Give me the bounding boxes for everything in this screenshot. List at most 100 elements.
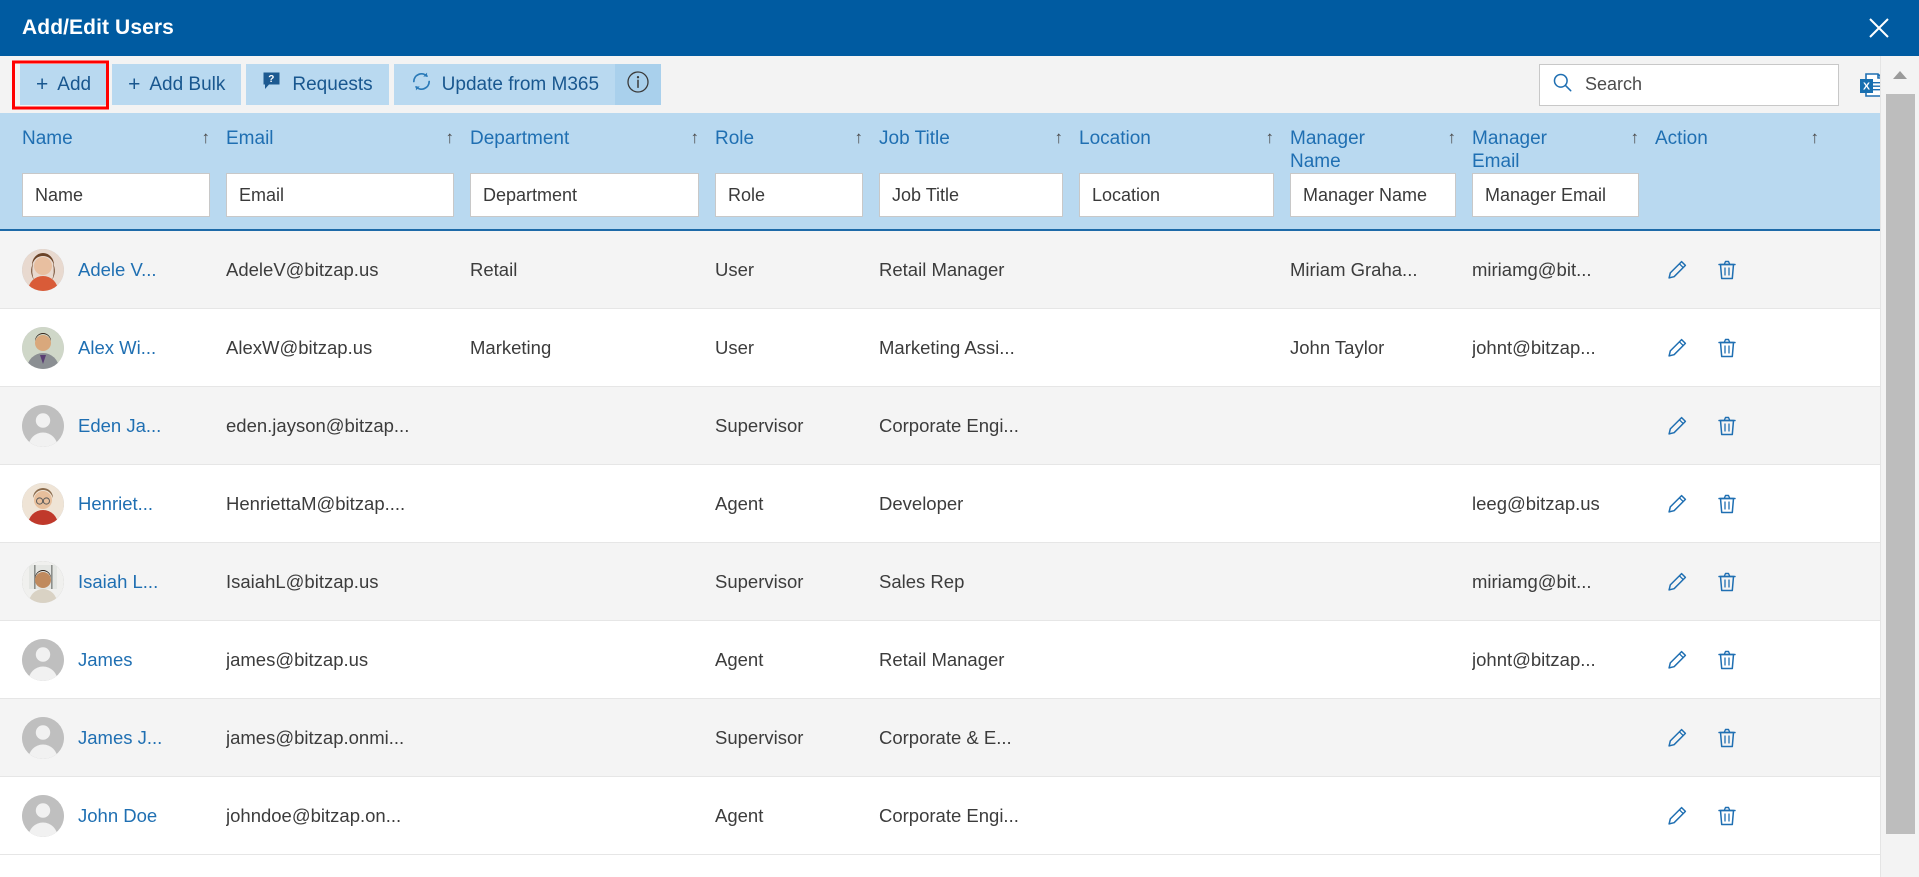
cell-email: james@bitzap.us xyxy=(226,648,369,670)
avatar xyxy=(22,248,64,291)
column-header-manager-name[interactable]: Manager Name ↑ xyxy=(1290,127,1472,173)
avatar xyxy=(22,638,64,681)
filter-cell-manager-email xyxy=(1472,173,1655,218)
cell-job-title: Corporate Engi... xyxy=(879,414,1019,436)
trash-icon[interactable] xyxy=(1715,726,1739,750)
toolbar-right-group: X xyxy=(1539,63,1903,106)
close-button[interactable] xyxy=(1857,6,1901,50)
column-header-manager-email[interactable]: Manager Email ↑ xyxy=(1472,127,1655,173)
cell-role: Agent xyxy=(715,648,764,670)
cell-job-title: Corporate & E... xyxy=(879,726,1012,748)
filter-input-manager-email[interactable] xyxy=(1472,173,1639,218)
update-from-m365-button[interactable]: Update from M365 xyxy=(393,64,616,105)
pencil-icon[interactable] xyxy=(1665,258,1689,282)
filter-cell-name xyxy=(0,173,226,218)
page-title: Add/Edit Users xyxy=(22,16,174,39)
cell-action xyxy=(1655,804,1835,828)
pencil-icon[interactable] xyxy=(1665,492,1689,516)
column-header-email[interactable]: Email ↑ xyxy=(226,127,470,150)
plus-icon: + xyxy=(36,73,49,96)
filter-input-location[interactable] xyxy=(1079,173,1274,218)
column-header-role[interactable]: Role ↑ xyxy=(715,127,879,150)
vertical-scrollbar[interactable] xyxy=(1880,56,1919,877)
dialog-title-bar: Add/Edit Users xyxy=(0,0,1919,56)
trash-icon[interactable] xyxy=(1715,414,1739,438)
table-row[interactable]: Isaiah L... IsaiahL@bitzap.us Supervisor Sa… xyxy=(0,543,1880,622)
cell-job-title: Retail Manager xyxy=(879,648,1005,670)
user-name-link[interactable]: James J... xyxy=(78,727,162,749)
filter-input-department[interactable] xyxy=(470,173,699,218)
pencil-icon[interactable] xyxy=(1665,414,1689,438)
filter-cell-role xyxy=(715,173,879,218)
avatar xyxy=(22,560,64,603)
search-input[interactable] xyxy=(1583,73,1826,96)
avatar xyxy=(22,326,64,369)
table-row[interactable]: Alex Wi... AlexW@bitzap.us Marketing User Ma… xyxy=(0,309,1880,388)
user-name-link[interactable]: Isaiah L... xyxy=(78,571,158,593)
cell-department: Marketing xyxy=(470,336,552,358)
user-name-link[interactable]: Adele V... xyxy=(78,259,157,281)
column-header-name[interactable]: Name ↑ xyxy=(0,127,226,150)
trash-icon[interactable] xyxy=(1715,258,1739,282)
table-row[interactable]: Henriet... HenriettaM@bitzap.... Agent Deve… xyxy=(0,465,1880,544)
trash-icon[interactable] xyxy=(1715,804,1739,828)
info-button[interactable] xyxy=(615,64,662,105)
sort-arrow-icon: ↑ xyxy=(690,128,700,147)
trash-icon[interactable] xyxy=(1715,648,1739,672)
column-header-action[interactable]: Action ↑ xyxy=(1655,127,1835,150)
cell-action xyxy=(1655,726,1835,750)
sort-arrow-icon: ↑ xyxy=(1054,128,1064,147)
filter-input-role[interactable] xyxy=(715,173,863,218)
table-row[interactable]: Eden Ja... eden.jayson@bitzap... Superviso… xyxy=(0,387,1880,466)
sort-arrow-icon: ↑ xyxy=(854,128,864,147)
pencil-icon[interactable] xyxy=(1665,804,1689,828)
table-header-row: Name ↑ Email ↑ Department ↑ Role ↑ Job Title… xyxy=(0,113,1880,173)
avatar xyxy=(22,482,64,525)
cell-email: AlexW@bitzap.us xyxy=(226,336,373,358)
cell-action xyxy=(1655,648,1835,672)
column-header-department[interactable]: Department ↑ xyxy=(470,127,715,150)
user-name-link[interactable]: James xyxy=(78,649,133,671)
user-name-link[interactable]: Henriet... xyxy=(78,493,153,515)
trash-icon[interactable] xyxy=(1715,336,1739,360)
pencil-icon[interactable] xyxy=(1665,726,1689,750)
table-row[interactable]: James james@bitzap.us Agent Retail Manager j… xyxy=(0,621,1880,700)
table-row[interactable]: James J... james@bitzap.onmi... Supervisor… xyxy=(0,699,1880,778)
table-row[interactable]: John Doe johndoe@bitzap.on... Agent Corpora… xyxy=(0,777,1880,856)
table-header: Name ↑ Email ↑ Department ↑ Role ↑ Job Title… xyxy=(0,113,1880,232)
requests-button-label: Requests xyxy=(292,74,373,95)
table-filter-row xyxy=(0,173,1880,229)
add-bulk-button[interactable]: + Add Bulk xyxy=(112,64,242,105)
search-icon xyxy=(1552,72,1573,98)
filter-input-job-title[interactable] xyxy=(879,173,1063,218)
svg-text:X: X xyxy=(1863,80,1870,92)
pencil-icon[interactable] xyxy=(1665,570,1689,594)
cell-name: Eden Ja... xyxy=(0,404,226,447)
user-name-link[interactable]: Eden Ja... xyxy=(78,415,161,437)
trash-icon[interactable] xyxy=(1715,492,1739,516)
filter-input-email[interactable] xyxy=(226,173,454,218)
cell-email: eden.jayson@bitzap... xyxy=(226,414,410,436)
command-toolbar: + Add + Add Bulk ? Requests Update from … xyxy=(0,56,1919,113)
filter-input-manager-name[interactable] xyxy=(1290,173,1456,218)
scrollbar-thumb[interactable] xyxy=(1886,94,1915,834)
filter-input-name[interactable] xyxy=(22,173,210,218)
cell-job-title: Developer xyxy=(879,492,964,514)
search-box[interactable] xyxy=(1539,63,1839,106)
requests-button[interactable]: ? Requests xyxy=(246,64,389,105)
trash-icon[interactable] xyxy=(1715,570,1739,594)
user-name-link[interactable]: John Doe xyxy=(78,805,157,827)
pencil-icon[interactable] xyxy=(1665,336,1689,360)
column-header-location[interactable]: Location ↑ xyxy=(1079,127,1290,150)
table-row[interactable]: Adele V... AdeleV@bitzap.us Retail User Reta… xyxy=(0,231,1880,310)
pencil-icon[interactable] xyxy=(1665,648,1689,672)
add-button[interactable]: + Add xyxy=(20,64,108,105)
cell-action xyxy=(1655,492,1835,516)
cell-role: User xyxy=(715,336,755,358)
update-from-m365-button-label: Update from M365 xyxy=(441,74,600,95)
column-header-job-title[interactable]: Job Title ↑ xyxy=(879,127,1079,150)
scroll-up-button[interactable] xyxy=(1881,56,1919,94)
avatar xyxy=(22,716,64,759)
cell-role: Agent xyxy=(715,804,764,826)
user-name-link[interactable]: Alex Wi... xyxy=(78,337,156,359)
